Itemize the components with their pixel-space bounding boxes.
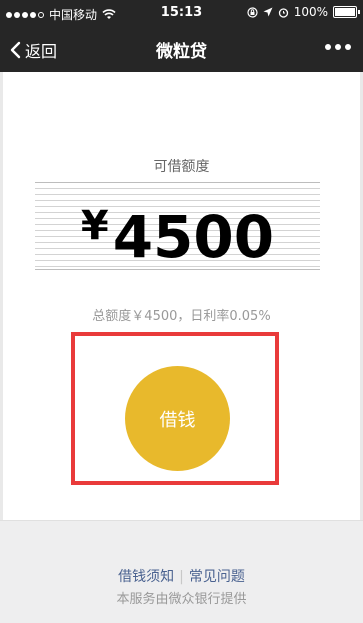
nav-bar: 返回 微粒贷	[0, 26, 363, 72]
back-button[interactable]: 返回	[10, 38, 57, 62]
main-content: 可借额度 ¥4500 总额度￥4500，日利率0.05% 借钱	[0, 72, 363, 520]
status-bar: 中国移动 15:13 100%	[0, 0, 363, 26]
more-dot-icon	[325, 44, 331, 50]
currency-symbol: ¥	[80, 203, 109, 249]
amount-value: 4500	[112, 203, 275, 271]
alarm-icon	[278, 7, 288, 18]
location-icon	[263, 7, 273, 17]
rotation-lock-icon	[247, 6, 258, 18]
credit-summary: 总额度￥4500，日利率0.05%	[92, 309, 271, 324]
more-dot-icon	[345, 44, 351, 50]
credit-amount: ¥4500	[35, 187, 320, 276]
footer-links: 借钱须知 | 常见问题	[0, 566, 363, 586]
battery-percent: 100%	[293, 5, 328, 19]
more-dot-icon	[335, 44, 341, 50]
more-options-button[interactable]	[325, 40, 351, 54]
battery-icon	[333, 6, 360, 18]
footer: 借钱须知 | 常见问题 本服务由微众银行提供	[0, 520, 363, 623]
amount-panel: ¥4500	[35, 182, 320, 271]
faq-link[interactable]: 常见问题	[189, 569, 245, 585]
borrow-button[interactable]: 借钱	[125, 366, 230, 471]
chevron-left-icon	[10, 41, 21, 59]
borrow-notice-link[interactable]: 借钱须知	[118, 569, 174, 585]
status-right: 100%	[247, 5, 360, 19]
link-separator: |	[179, 569, 184, 585]
credit-limit-label: 可借额度	[153, 159, 210, 175]
provider-note: 本服务由微众银行提供	[116, 592, 247, 607]
back-label: 返回	[25, 42, 58, 61]
